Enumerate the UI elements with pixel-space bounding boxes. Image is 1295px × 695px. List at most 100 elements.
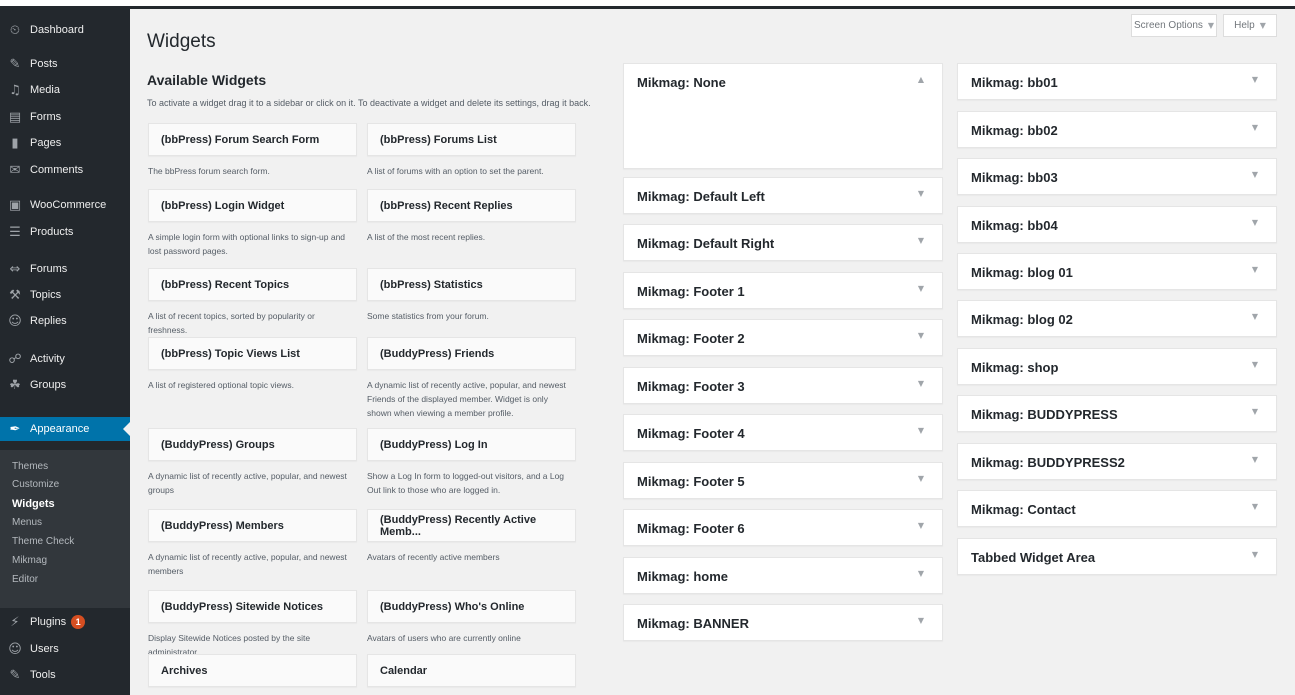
sidebar-item-appearance[interactable]: ✒ Appearance bbox=[0, 417, 130, 441]
caret-down-icon[interactable]: ▼ bbox=[1252, 170, 1258, 179]
sidebar-item-forums[interactable]: ⇔ Forums bbox=[0, 257, 130, 281]
widget-item[interactable]: (bbPress) Topic Views List bbox=[148, 337, 357, 370]
widget-area[interactable]: Mikmag: Default Right ▼ bbox=[623, 224, 943, 261]
submenu-item-mikmag[interactable]: Mikmag bbox=[12, 555, 47, 566]
sidebar-item-users[interactable]: ☺ Users bbox=[0, 637, 130, 661]
widget-item[interactable]: (bbPress) Recent Topics bbox=[148, 268, 357, 301]
widget-description: A list of the most recent replies. bbox=[367, 232, 486, 242]
caret-up-icon[interactable]: ▲ bbox=[918, 75, 924, 84]
caret-down-icon[interactable]: ▼ bbox=[918, 236, 924, 245]
submenu-item-theme-check[interactable]: Theme Check bbox=[12, 536, 74, 547]
users-icon: ☺ bbox=[8, 641, 22, 657]
caret-down-icon[interactable]: ▼ bbox=[1252, 455, 1258, 464]
sidebar-item-label: Users bbox=[30, 643, 59, 655]
caret-down-icon[interactable]: ▼ bbox=[1252, 360, 1258, 369]
widget-item[interactable]: (bbPress) Statistics bbox=[367, 268, 576, 301]
caret-down-icon[interactable]: ▼ bbox=[1252, 265, 1258, 274]
widget-area-title: Mikmag: Contact bbox=[971, 502, 1076, 517]
widget-area[interactable]: Mikmag: bb03 ▼ bbox=[957, 158, 1277, 195]
widget-item[interactable]: (bbPress) Forum Search Form bbox=[148, 123, 357, 156]
widget-area[interactable]: Mikmag: shop ▼ bbox=[957, 348, 1277, 385]
submenu-item-menus[interactable]: Menus bbox=[12, 517, 42, 528]
widget-area[interactable]: Mikmag: blog 01 ▼ bbox=[957, 253, 1277, 290]
widget-area[interactable]: Mikmag: blog 02 ▼ bbox=[957, 300, 1277, 337]
caret-down-icon[interactable]: ▼ bbox=[918, 189, 924, 198]
caret-down-icon[interactable]: ▼ bbox=[1252, 123, 1258, 132]
caret-down-icon[interactable]: ▼ bbox=[918, 521, 924, 530]
widget-area[interactable]: Mikmag: bb01 ▼ bbox=[957, 63, 1277, 100]
sidebar-item-pages[interactable]: ▮ Pages bbox=[0, 131, 130, 155]
widget-area[interactable]: Mikmag: Footer 6 ▼ bbox=[623, 509, 943, 546]
widget-item[interactable]: (BuddyPress) Groups bbox=[148, 428, 357, 461]
sidebar-item-dashboard[interactable]: ⏲ Dashboard bbox=[0, 18, 130, 42]
submenu-item-themes[interactable]: Themes bbox=[12, 461, 48, 472]
submenu-item-widgets[interactable]: Widgets bbox=[12, 498, 55, 510]
sidebar-item-products[interactable]: ☰ Products bbox=[0, 220, 130, 244]
sidebar-item-label: Topics bbox=[30, 289, 62, 301]
widget-item[interactable]: Calendar bbox=[367, 654, 576, 687]
widget-area[interactable]: Tabbed Widget Area ▼ bbox=[957, 538, 1277, 575]
widget-area[interactable]: Mikmag: Contact ▼ bbox=[957, 490, 1277, 527]
widget-description: A dynamic list of recently active, popul… bbox=[148, 552, 347, 576]
caret-down-icon[interactable]: ▼ bbox=[918, 616, 924, 625]
caret-down-icon[interactable]: ▼ bbox=[1252, 218, 1258, 227]
sidebar-item-comments[interactable]: ✉ Comments bbox=[0, 158, 130, 182]
widget-area[interactable]: Mikmag: Footer 3 ▼ bbox=[623, 367, 943, 404]
widget-area[interactable]: Mikmag: None ▲ bbox=[623, 63, 943, 169]
caret-down-icon[interactable]: ▼ bbox=[1252, 312, 1258, 321]
widget-item[interactable]: (bbPress) Forums List bbox=[367, 123, 576, 156]
sidebar-item-posts[interactable]: ✎ Posts bbox=[0, 52, 130, 76]
help-button[interactable]: Help ▼ bbox=[1223, 14, 1277, 37]
sidebar-item-forms[interactable]: ▤ Forms bbox=[0, 105, 130, 129]
page-title: Widgets bbox=[147, 31, 216, 52]
sidebar-item-plugins[interactable]: ⚡ Plugins 1 bbox=[0, 610, 130, 634]
sidebar-item-replies[interactable]: ☺ Replies bbox=[0, 309, 130, 333]
appearance-submenu: Themes Customize Widgets Menus Theme Check Mi… bbox=[0, 450, 130, 608]
activity-icon: ☍ bbox=[8, 351, 22, 367]
sidebar-item-media[interactable]: ♫ Media bbox=[0, 78, 130, 102]
sidebar-item-groups[interactable]: ☘ Groups bbox=[0, 373, 130, 397]
widget-item[interactable]: (bbPress) Recent Replies bbox=[367, 189, 576, 222]
widget-area[interactable]: Mikmag: bb04 ▼ bbox=[957, 206, 1277, 243]
caret-down-icon[interactable]: ▼ bbox=[918, 379, 924, 388]
sidebar-item-topics[interactable]: ⚒ Topics bbox=[0, 283, 130, 307]
widget-area[interactable]: Mikmag: Footer 2 ▼ bbox=[623, 319, 943, 356]
products-icon: ☰ bbox=[9, 224, 21, 240]
submenu-item-editor[interactable]: Editor bbox=[12, 574, 38, 585]
caret-down-icon[interactable]: ▼ bbox=[1252, 407, 1258, 416]
sidebar-item-woocommerce[interactable]: ▣ WooCommerce bbox=[0, 193, 130, 217]
widget-area[interactable]: Mikmag: Footer 5 ▼ bbox=[623, 462, 943, 499]
widget-item[interactable]: (bbPress) Login Widget bbox=[148, 189, 357, 222]
widget-area[interactable]: Mikmag: BUDDYPRESS ▼ bbox=[957, 395, 1277, 432]
caret-down-icon[interactable]: ▼ bbox=[1252, 75, 1258, 84]
caret-down-icon[interactable]: ▼ bbox=[1252, 502, 1258, 511]
widget-description: A list of recent topics, sorted by popul… bbox=[148, 311, 315, 335]
widget-area[interactable]: Mikmag: bb02 ▼ bbox=[957, 111, 1277, 148]
widget-item[interactable]: (BuddyPress) Sitewide Notices bbox=[148, 590, 357, 623]
widget-item[interactable]: (BuddyPress) Friends bbox=[367, 337, 576, 370]
caret-down-icon[interactable]: ▼ bbox=[918, 331, 924, 340]
widget-area[interactable]: Mikmag: Default Left ▼ bbox=[623, 177, 943, 214]
caret-down-icon[interactable]: ▼ bbox=[1252, 550, 1258, 559]
widget-area[interactable]: Mikmag: Footer 4 ▼ bbox=[623, 414, 943, 451]
widget-item[interactable]: (BuddyPress) Recently Active Memb... bbox=[367, 509, 576, 542]
sidebar-item-activity[interactable]: ☍ Activity bbox=[0, 347, 130, 371]
caret-down-icon[interactable]: ▼ bbox=[918, 426, 924, 435]
caret-down-icon[interactable]: ▼ bbox=[918, 569, 924, 578]
caret-down-icon[interactable]: ▼ bbox=[918, 474, 924, 483]
woocommerce-icon: ▣ bbox=[8, 197, 22, 213]
caret-down-icon[interactable]: ▼ bbox=[918, 284, 924, 293]
widget-area[interactable]: Mikmag: BANNER ▼ bbox=[623, 604, 943, 641]
screen-options-button[interactable]: Screen Options ▼ bbox=[1131, 14, 1217, 37]
forums-icon: ⇔ bbox=[9, 261, 21, 277]
submenu-item-customize[interactable]: Customize bbox=[12, 479, 59, 490]
widget-item[interactable]: Archives bbox=[148, 654, 357, 687]
widget-item[interactable]: (BuddyPress) Log In bbox=[367, 428, 576, 461]
widget-item[interactable]: (BuddyPress) Members bbox=[148, 509, 357, 542]
widget-area[interactable]: Mikmag: Footer 1 ▼ bbox=[623, 272, 943, 309]
widget-item[interactable]: (BuddyPress) Who's Online bbox=[367, 590, 576, 623]
widget-area-title: Mikmag: Footer 2 bbox=[637, 331, 745, 346]
widget-area[interactable]: Mikmag: BUDDYPRESS2 ▼ bbox=[957, 443, 1277, 480]
widget-area[interactable]: Mikmag: home ▼ bbox=[623, 557, 943, 594]
sidebar-item-tools[interactable]: ✎ Tools bbox=[0, 663, 130, 687]
